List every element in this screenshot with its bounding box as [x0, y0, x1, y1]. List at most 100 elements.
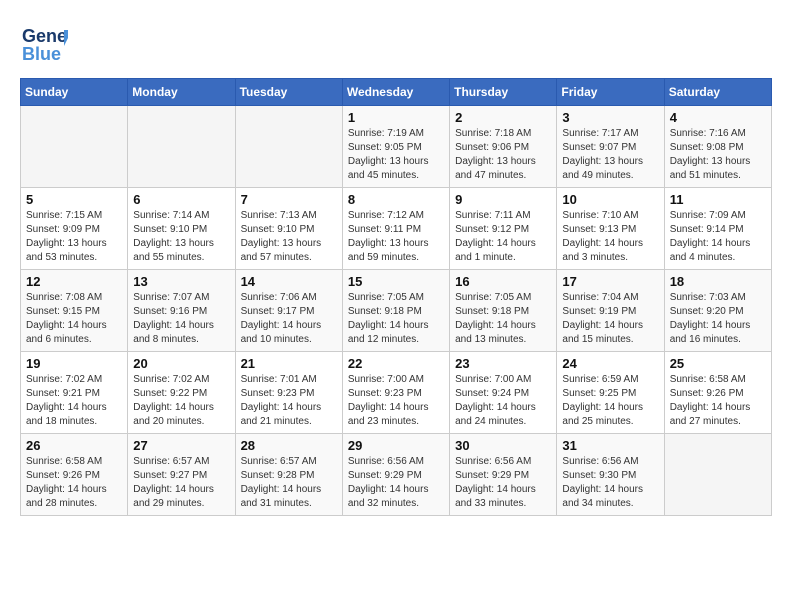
calendar-cell: [21, 106, 128, 188]
calendar-cell: 30 Sunrise: 6:56 AM Sunset: 9:29 PM Dayli…: [450, 434, 557, 516]
day-info: Sunrise: 7:03 AM Sunset: 9:20 PM Dayligh…: [670, 291, 766, 347]
day-info: Sunrise: 7:12 AM Sunset: 9:11 PM Dayligh…: [348, 209, 444, 265]
day-number: 7: [241, 192, 337, 207]
day-number: 1: [348, 110, 444, 125]
day-number: 20: [133, 356, 229, 371]
day-info: Sunrise: 7:07 AM Sunset: 9:16 PM Dayligh…: [133, 291, 229, 347]
day-info: Sunrise: 7:00 AM Sunset: 9:23 PM Dayligh…: [348, 373, 444, 429]
calendar-cell: 27 Sunrise: 6:57 AM Sunset: 9:27 PM Dayli…: [128, 434, 235, 516]
week-row-4: 19 Sunrise: 7:02 AM Sunset: 9:21 PM Dayli…: [21, 352, 772, 434]
day-number: 24: [562, 356, 658, 371]
day-number: 25: [670, 356, 766, 371]
calendar-cell: 8 Sunrise: 7:12 AM Sunset: 9:11 PM Daylig…: [342, 188, 449, 270]
day-number: 29: [348, 438, 444, 453]
calendar-cell: 11 Sunrise: 7:09 AM Sunset: 9:14 PM Dayli…: [664, 188, 771, 270]
calendar-cell: 21Sunrise: 7:01 AM Sunset: 9:23 PM Dayli…: [235, 352, 342, 434]
calendar-cell: [664, 434, 771, 516]
week-row-5: 26 Sunrise: 6:58 AM Sunset: 9:26 PM Dayli…: [21, 434, 772, 516]
day-info: Sunrise: 7:17 AM Sunset: 9:07 PM Dayligh…: [562, 127, 658, 183]
day-number: 10: [562, 192, 658, 207]
calendar-cell: 23Sunrise: 7:00 AM Sunset: 9:24 PM Dayli…: [450, 352, 557, 434]
day-number: 4: [670, 110, 766, 125]
svg-text:Blue: Blue: [22, 44, 61, 64]
calendar-cell: [128, 106, 235, 188]
day-info: Sunrise: 6:57 AM Sunset: 9:27 PM Dayligh…: [133, 455, 229, 511]
week-row-3: 12 Sunrise: 7:08 AM Sunset: 9:15 PM Dayli…: [21, 270, 772, 352]
day-info: Sunrise: 7:05 AM Sunset: 9:18 PM Dayligh…: [348, 291, 444, 347]
day-info: Sunrise: 6:59 AM Sunset: 9:25 PM Dayligh…: [562, 373, 658, 429]
day-info: Sunrise: 7:04 AM Sunset: 9:19 PM Dayligh…: [562, 291, 658, 347]
day-info: Sunrise: 7:10 AM Sunset: 9:13 PM Dayligh…: [562, 209, 658, 265]
svg-text:General: General: [22, 26, 68, 46]
day-header-tuesday: Tuesday: [235, 79, 342, 106]
calendar-cell: 13 Sunrise: 7:07 AM Sunset: 9:16 PM Dayli…: [128, 270, 235, 352]
day-info: Sunrise: 7:02 AM Sunset: 9:21 PM Dayligh…: [26, 373, 122, 429]
day-number: 3: [562, 110, 658, 125]
day-number: 23: [455, 356, 551, 371]
day-number: 2: [455, 110, 551, 125]
day-info: Sunrise: 7:06 AM Sunset: 9:17 PM Dayligh…: [241, 291, 337, 347]
calendar-cell: 28Sunrise: 6:57 AM Sunset: 9:28 PM Dayli…: [235, 434, 342, 516]
day-number: 13: [133, 274, 229, 289]
calendar-cell: 4 Sunrise: 7:16 AM Sunset: 9:08 PM Daylig…: [664, 106, 771, 188]
calendar-cell: 25 Sunrise: 6:58 AM Sunset: 9:26 PM Dayli…: [664, 352, 771, 434]
day-number: 19: [26, 356, 122, 371]
day-number: 26: [26, 438, 122, 453]
day-info: Sunrise: 6:56 AM Sunset: 9:29 PM Dayligh…: [455, 455, 551, 511]
day-header-monday: Monday: [128, 79, 235, 106]
calendar-table: SundayMondayTuesdayWednesdayThursdayFrid…: [20, 78, 772, 516]
day-header-saturday: Saturday: [664, 79, 771, 106]
day-number: 11: [670, 192, 766, 207]
calendar-cell: [235, 106, 342, 188]
day-number: 27: [133, 438, 229, 453]
calendar-cell: 22 Sunrise: 7:00 AM Sunset: 9:23 PM Dayli…: [342, 352, 449, 434]
calendar-cell: 19 Sunrise: 7:02 AM Sunset: 9:21 PM Dayli…: [21, 352, 128, 434]
day-number: 6: [133, 192, 229, 207]
day-info: Sunrise: 6:58 AM Sunset: 9:26 PM Dayligh…: [26, 455, 122, 511]
day-number: 18: [670, 274, 766, 289]
calendar-cell: 29 Sunrise: 6:56 AM Sunset: 9:29 PM Dayli…: [342, 434, 449, 516]
calendar-cell: 15Sunrise: 7:05 AM Sunset: 9:18 PM Dayli…: [342, 270, 449, 352]
day-info: Sunrise: 7:19 AM Sunset: 9:05 PM Dayligh…: [348, 127, 444, 183]
day-number: 21: [241, 356, 337, 371]
calendar-cell: 16 Sunrise: 7:05 AM Sunset: 9:18 PM Dayli…: [450, 270, 557, 352]
day-info: Sunrise: 7:14 AM Sunset: 9:10 PM Dayligh…: [133, 209, 229, 265]
day-info: Sunrise: 6:56 AM Sunset: 9:29 PM Dayligh…: [348, 455, 444, 511]
day-number: 5: [26, 192, 122, 207]
day-number: 17: [562, 274, 658, 289]
day-header-wednesday: Wednesday: [342, 79, 449, 106]
day-number: 28: [241, 438, 337, 453]
day-number: 31: [562, 438, 658, 453]
day-info: Sunrise: 7:16 AM Sunset: 9:08 PM Dayligh…: [670, 127, 766, 183]
logo: General Blue: [20, 20, 68, 68]
day-number: 30: [455, 438, 551, 453]
day-info: Sunrise: 7:18 AM Sunset: 9:06 PM Dayligh…: [455, 127, 551, 183]
week-row-1: 1 Sunrise: 7:19 AM Sunset: 9:05 PM Daylig…: [21, 106, 772, 188]
calendar-cell: 31 Sunrise: 6:56 AM Sunset: 9:30 PM Dayli…: [557, 434, 664, 516]
day-info: Sunrise: 7:09 AM Sunset: 9:14 PM Dayligh…: [670, 209, 766, 265]
calendar-cell: 17 Sunrise: 7:04 AM Sunset: 9:19 PM Dayli…: [557, 270, 664, 352]
day-number: 12: [26, 274, 122, 289]
logo-icon: General Blue: [20, 20, 68, 68]
calendar-cell: 1 Sunrise: 7:19 AM Sunset: 9:05 PM Daylig…: [342, 106, 449, 188]
week-row-2: 5 Sunrise: 7:15 AM Sunset: 9:09 PM Daylig…: [21, 188, 772, 270]
day-header-row: SundayMondayTuesdayWednesdayThursdayFrid…: [21, 79, 772, 106]
calendar-cell: 18 Sunrise: 7:03 AM Sunset: 9:20 PM Dayli…: [664, 270, 771, 352]
day-number: 8: [348, 192, 444, 207]
day-header-friday: Friday: [557, 79, 664, 106]
calendar-cell: 6 Sunrise: 7:14 AM Sunset: 9:10 PM Daylig…: [128, 188, 235, 270]
day-info: Sunrise: 6:58 AM Sunset: 9:26 PM Dayligh…: [670, 373, 766, 429]
day-info: Sunrise: 7:08 AM Sunset: 9:15 PM Dayligh…: [26, 291, 122, 347]
calendar-cell: 7Sunrise: 7:13 AM Sunset: 9:10 PM Daylig…: [235, 188, 342, 270]
calendar-cell: 12 Sunrise: 7:08 AM Sunset: 9:15 PM Dayli…: [21, 270, 128, 352]
day-info: Sunrise: 6:56 AM Sunset: 9:30 PM Dayligh…: [562, 455, 658, 511]
day-info: Sunrise: 7:05 AM Sunset: 9:18 PM Dayligh…: [455, 291, 551, 347]
day-number: 9: [455, 192, 551, 207]
calendar-cell: 10 Sunrise: 7:10 AM Sunset: 9:13 PM Dayli…: [557, 188, 664, 270]
day-number: 22: [348, 356, 444, 371]
calendar-cell: 3 Sunrise: 7:17 AM Sunset: 9:07 PM Daylig…: [557, 106, 664, 188]
day-info: Sunrise: 7:15 AM Sunset: 9:09 PM Dayligh…: [26, 209, 122, 265]
calendar-cell: 2 Sunrise: 7:18 AM Sunset: 9:06 PM Daylig…: [450, 106, 557, 188]
day-number: 14: [241, 274, 337, 289]
day-number: 16: [455, 274, 551, 289]
